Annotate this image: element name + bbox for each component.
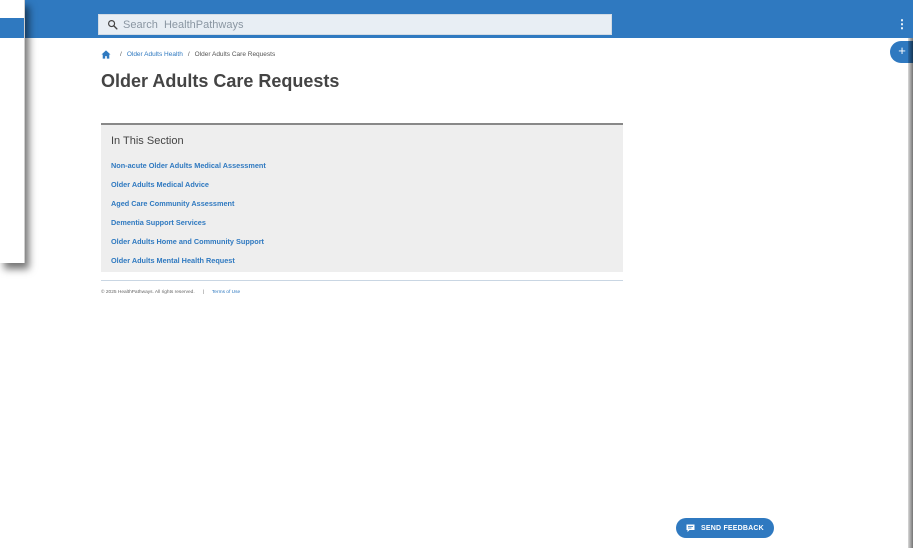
list-item: Dementia Support Services xyxy=(111,216,266,235)
footer-divider xyxy=(101,280,623,281)
section-title: In This Section xyxy=(111,135,184,147)
top-app-bar: ⋮ xyxy=(0,0,913,38)
home-icon[interactable] xyxy=(101,49,111,59)
search-input[interactable] xyxy=(123,18,583,31)
list-item: Older Adults Mental Health Request xyxy=(111,254,266,273)
search-box[interactable] xyxy=(98,14,612,35)
list-item: Non-acute Older Adults Medical Assessmen… xyxy=(111,159,266,178)
breadcrumb: / Older Adults Health / Older Adults Car… xyxy=(101,49,275,59)
breadcrumb-older-adults-health[interactable]: Older Adults Health xyxy=(127,51,183,58)
terms-of-use-link[interactable]: Terms of Use xyxy=(212,290,240,295)
right-panel-edge xyxy=(908,38,913,548)
breadcrumb-separator: / xyxy=(120,50,122,58)
footer-separator: | xyxy=(202,290,204,295)
link-dementia-support-services[interactable]: Dementia Support Services xyxy=(111,218,206,227)
link-non-acute-older-adults-medical-assessment[interactable]: Non-acute Older Adults Medical Assessmen… xyxy=(111,161,266,170)
list-item: Older Adults Home and Community Support xyxy=(111,235,266,254)
section-links: Non-acute Older Adults Medical Assessmen… xyxy=(111,159,266,273)
link-older-adults-mental-health-request[interactable]: Older Adults Mental Health Request xyxy=(111,256,235,265)
send-feedback-label: SEND FEEDBACK xyxy=(701,524,764,532)
link-aged-care-community-assessment[interactable]: Aged Care Community Assessment xyxy=(111,199,234,208)
more-options-icon[interactable]: ⋮ xyxy=(896,15,908,33)
footer: © 2025 HealthPathways. All rights reserv… xyxy=(101,290,240,295)
side-drawer xyxy=(0,0,25,263)
send-feedback-button[interactable]: SEND FEEDBACK xyxy=(676,518,774,538)
side-drawer-header xyxy=(0,18,24,38)
list-item: Aged Care Community Assessment xyxy=(111,197,266,216)
breadcrumb-current: Older Adults Care Requests xyxy=(194,50,276,58)
list-item: Older Adults Medical Advice xyxy=(111,178,266,197)
link-older-adults-home-and-community-support[interactable]: Older Adults Home and Community Support xyxy=(111,237,264,246)
page-title: Older Adults Care Requests xyxy=(101,71,340,91)
breadcrumb-separator: / xyxy=(187,50,190,58)
search-icon xyxy=(108,20,118,30)
feedback-icon xyxy=(686,524,695,532)
link-older-adults-medical-advice[interactable]: Older Adults Medical Advice xyxy=(111,180,209,189)
in-this-section-panel: In This Section Non-acute Older Adults M… xyxy=(101,123,623,272)
copyright-text: © 2025 HealthPathways. All rights reserv… xyxy=(101,290,195,295)
